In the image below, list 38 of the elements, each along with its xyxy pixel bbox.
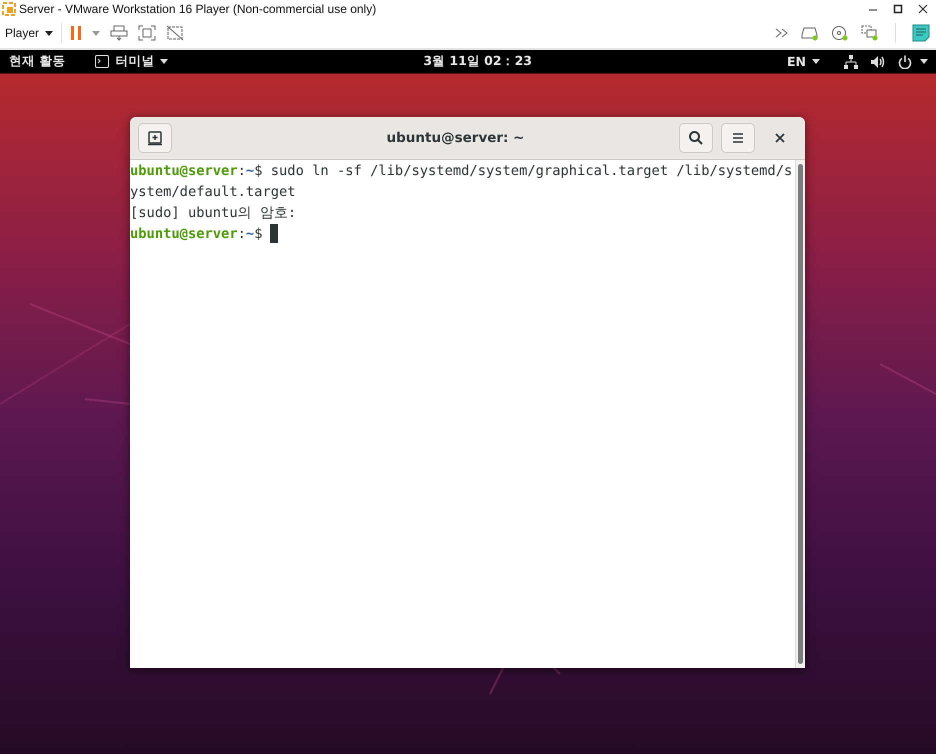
caret-icon bbox=[160, 59, 168, 64]
search-icon bbox=[688, 130, 704, 146]
send-keys-icon[interactable] bbox=[110, 25, 128, 41]
output-line: [sudo] ubuntu의 암호: bbox=[130, 205, 296, 221]
close-icon[interactable] bbox=[918, 4, 928, 14]
volume-icon[interactable] bbox=[870, 54, 886, 68]
network-icon[interactable] bbox=[844, 54, 858, 68]
player-menu[interactable]: Player bbox=[5, 26, 54, 40]
caret-icon bbox=[45, 30, 54, 36]
unity-icon[interactable] bbox=[166, 25, 184, 41]
close-icon bbox=[775, 133, 785, 143]
fullscreen-icon[interactable] bbox=[138, 25, 156, 41]
new-tab-icon bbox=[147, 130, 163, 146]
search-button[interactable] bbox=[679, 123, 713, 153]
window-title: Server - VMware Workstation 16 Player (Non-commercial use only) bbox=[19, 2, 378, 16]
window-title: ubuntu@server: ~ bbox=[386, 130, 526, 146]
app-logo-icon bbox=[2, 2, 16, 16]
disc-icon[interactable] bbox=[831, 25, 849, 41]
power-icon[interactable] bbox=[898, 54, 912, 68]
maximize-icon[interactable] bbox=[893, 4, 903, 14]
new-tab-button[interactable] bbox=[138, 123, 172, 153]
caret-icon bbox=[812, 59, 820, 64]
pause-icon[interactable] bbox=[70, 25, 82, 41]
terminal-icon bbox=[95, 55, 110, 68]
output-line: ystem/default.target bbox=[130, 184, 296, 200]
input-source-menu[interactable]: EN bbox=[786, 54, 820, 69]
menu-button[interactable] bbox=[721, 123, 755, 153]
caret-icon[interactable] bbox=[920, 59, 928, 64]
clock[interactable]: 3월 11일 02：23 bbox=[423, 53, 532, 70]
app-menu[interactable]: 터미널 bbox=[95, 53, 168, 70]
prompt-line: ubuntu@server:~$ sudo ln -sf /lib/systemd/system/graphical.target /lib/systemd/s bbox=[130, 163, 792, 179]
menu-icon bbox=[731, 132, 745, 144]
activities-button[interactable]: 현재 활동 bbox=[9, 53, 66, 70]
chevrons-icon[interactable] bbox=[775, 28, 789, 38]
network-adapter-icon[interactable] bbox=[861, 25, 879, 41]
notes-icon[interactable] bbox=[912, 24, 930, 42]
scrollbar[interactable] bbox=[795, 160, 805, 668]
prompt-line: ubuntu@server:~$ bbox=[130, 226, 262, 242]
